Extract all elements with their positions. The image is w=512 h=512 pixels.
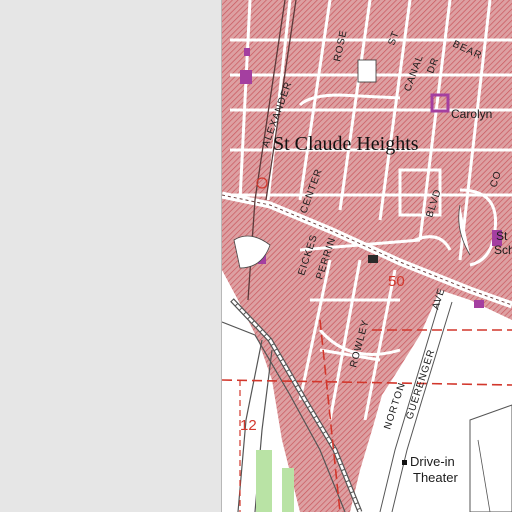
block-lot bbox=[357, 59, 377, 83]
drive-in-marker-icon bbox=[402, 460, 407, 465]
section-number-12: 12 bbox=[240, 417, 257, 434]
topographic-map[interactable]: ALEXANDER ROSE ST CANAL DR BEAR CENTER B… bbox=[0, 0, 512, 512]
drive-in-label-line2: Theater bbox=[413, 470, 458, 485]
carolyn-label: Carolyn bbox=[451, 107, 492, 121]
building-icon-2 bbox=[474, 300, 484, 308]
unmapped-area bbox=[0, 0, 222, 512]
school-label-line2: Sch bbox=[494, 243, 512, 257]
place-name: St Claude Heights bbox=[273, 133, 419, 155]
drive-in-label-line1: Drive-in bbox=[410, 454, 455, 469]
map-canvas: ALEXANDER ROSE ST CANAL DR BEAR CENTER B… bbox=[0, 0, 512, 512]
school-icon bbox=[240, 70, 252, 84]
woodland-patch-2 bbox=[282, 468, 294, 512]
building-black-icon bbox=[368, 255, 378, 263]
school-label-line1: St bbox=[496, 229, 508, 243]
church-icon bbox=[244, 48, 250, 56]
woodland-patch bbox=[256, 450, 272, 512]
section-number-50: 50 bbox=[388, 273, 405, 290]
